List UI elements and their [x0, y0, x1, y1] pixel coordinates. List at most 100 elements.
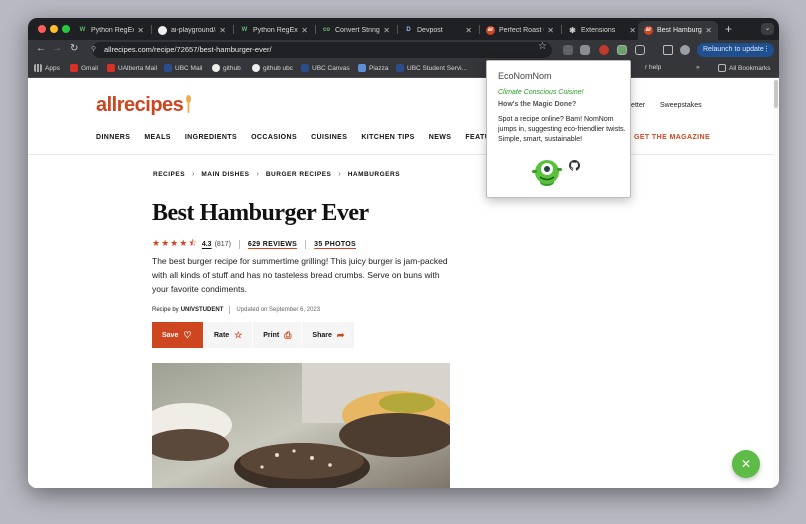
github-icon[interactable] — [569, 160, 580, 171]
utensils-icon: ✕ — [740, 457, 752, 471]
tab-python-regex-1[interactable]: W Python RegEx ✕ — [72, 21, 150, 40]
side-panel-icon[interactable] — [663, 45, 673, 55]
close-tab-icon[interactable]: ✕ — [137, 26, 144, 35]
tab-best-hamburger[interactable]: ar Best Hamburger✕ — [638, 21, 718, 40]
recipe-by-label: Recipe by — [152, 307, 179, 313]
star-rating[interactable]: ★★★★⯪ — [152, 236, 198, 252]
floating-action-button[interactable]: ✕ — [732, 450, 760, 478]
nav-cuisines[interactable]: CUISINES — [311, 134, 347, 146]
devpost-icon: D — [406, 27, 411, 33]
allrecipes-icon: ar — [486, 26, 495, 35]
gmail-icon — [70, 64, 78, 72]
page-scrollbar[interactable] — [773, 78, 779, 488]
print-button[interactable]: Print ⎙ — [253, 322, 303, 348]
github-icon — [212, 64, 220, 72]
main-nav: DINNERS MEALS INGREDIENTS OCCASIONS CUIS… — [96, 134, 520, 146]
breadcrumb-recipes[interactable]: RECIPES — [153, 171, 185, 178]
allrecipes-logo[interactable]: allrecipes — [96, 94, 184, 117]
address-bar[interactable]: ⚲ allrecipes.com/recipe/72657/best-hambu… — [91, 42, 552, 58]
close-tab-icon[interactable]: ✕ — [219, 26, 226, 35]
extensions-puzzle-icon[interactable] — [635, 45, 645, 55]
photos-link[interactable]: 35 PHOTOS — [314, 241, 356, 248]
site-info-icon[interactable]: ⚲ — [91, 42, 96, 58]
zoom-window-icon[interactable] — [62, 25, 70, 33]
more-menu-icon[interactable]: ⋮ — [763, 43, 770, 57]
reviews-link[interactable]: 629 REVIEWS — [248, 241, 297, 248]
nav-kitchen-tips[interactable]: KITCHEN TIPS — [361, 134, 414, 146]
nav-meals[interactable]: MEALS — [144, 134, 171, 146]
relaunch-to-update-button[interactable]: Relaunch to update ⋮ — [697, 43, 774, 57]
breadcrumb-hamburgers[interactable]: HAMBURGERS — [348, 171, 400, 178]
chevron-right-icon: › — [192, 171, 195, 178]
get-the-magazine-link[interactable]: GET THE MAGAZINE — [634, 134, 710, 141]
profile-avatar-icon[interactable] — [680, 45, 690, 55]
bookmark-github-ubc[interactable]: github ubc — [252, 64, 293, 72]
save-button[interactable]: Save ♡ — [152, 322, 204, 348]
chevron-right-icon: › — [256, 171, 259, 178]
new-tab-button[interactable]: + — [725, 22, 732, 36]
bookmark-apps[interactable]: Apps — [34, 64, 60, 72]
extension-economnom-icon[interactable] — [617, 45, 627, 55]
bookmarks-overflow-chevron-icon[interactable]: » — [696, 64, 700, 71]
scrollbar-thumb[interactable] — [774, 80, 778, 108]
minimize-window-icon[interactable] — [50, 25, 58, 33]
author-link[interactable]: UNIVSTUDENT — [181, 307, 224, 313]
bookmark-ubc-canvas[interactable]: UBC Canvas — [301, 64, 350, 72]
star-outline-icon: ☆ — [234, 329, 243, 340]
bookmark-ualberta-mail[interactable]: UAlberta Mail — [107, 64, 157, 72]
popup-question: How's the Magic Done? — [498, 101, 577, 108]
nav-ingredients[interactable]: INGREDIENTS — [185, 134, 237, 146]
tab-search-chevron-icon[interactable]: ⌄ — [761, 23, 774, 35]
tab-python-regex-2[interactable]: W Python RegEx ✕ — [234, 21, 314, 40]
nav-news[interactable]: NEWS — [429, 134, 452, 146]
popup-title: EcoNomNom — [498, 71, 552, 81]
popup-tagline: Climate Conscious Cuisine! — [498, 89, 584, 96]
bookmark-piazza[interactable]: Piazza — [358, 64, 389, 72]
bookmark-r-help[interactable]: r help — [645, 64, 661, 71]
reload-icon[interactable]: ↻ — [70, 43, 78, 54]
star-icon: ★ — [179, 238, 188, 248]
nav-occasions[interactable]: OCCASIONS — [251, 134, 297, 146]
forward-arrow-icon[interactable]: → — [52, 43, 62, 54]
w3schools-icon: W — [240, 26, 249, 35]
recipe-ratings: ★★★★⯪ 4.3 (817) 629 REVIEWS 35 PHOTOS — [152, 236, 356, 252]
all-bookmarks-button[interactable]: All Bookmarks — [718, 64, 771, 72]
economnom-popup: EcoNomNom Climate Conscious Cuisine! How… — [486, 60, 631, 198]
recipe-actions: Save ♡ Rate ☆ Print ⎙ Share ➦ — [152, 322, 356, 348]
share-arrow-icon: ➦ — [336, 329, 345, 340]
ubc-icon — [301, 64, 309, 72]
tab-convert-string[interactable]: co Convert String ✕ — [316, 21, 396, 40]
star-icon: ★ — [170, 238, 179, 248]
extension-camera-icon[interactable] — [563, 45, 573, 55]
tab-perfect-roast[interactable]: ar Perfect Roast C ✕ — [480, 21, 560, 40]
sweepstakes-link[interactable]: Sweepstakes — [660, 102, 702, 109]
bookmark-gmail[interactable]: Gmail — [70, 64, 98, 72]
share-button[interactable]: Share ➦ — [302, 322, 356, 348]
bookmark-ubc-mail[interactable]: UBC Mail — [164, 64, 202, 72]
close-tab-icon[interactable]: ✕ — [301, 26, 308, 35]
recipe-byline: Recipe by UNIVSTUDENT Updated on Septemb… — [152, 306, 320, 314]
tab-ai-playground[interactable]: ai-playground/a ✕ — [152, 21, 232, 40]
piazza-icon — [358, 64, 366, 72]
nav-divider — [28, 154, 773, 155]
bookmark-ubc-student-services[interactable]: UBC Student Servi... — [396, 64, 467, 72]
close-tab-icon[interactable]: ✕ — [705, 26, 712, 35]
back-arrow-icon[interactable]: ← — [36, 43, 46, 54]
breadcrumb-main-dishes[interactable]: MAIN DISHES — [201, 171, 249, 178]
tab-extensions[interactable]: ✱ Extensions ✕ — [562, 21, 642, 40]
close-tab-icon[interactable]: ✕ — [465, 26, 472, 35]
extension-page-icon[interactable] — [580, 45, 590, 55]
bookmark-github[interactable]: github — [212, 64, 241, 72]
nav-dinners[interactable]: DINNERS — [96, 134, 130, 146]
tab-devpost[interactable]: D Devpost ✕ — [398, 21, 478, 40]
breadcrumb-burger-recipes[interactable]: BURGER RECIPES — [266, 171, 332, 178]
rate-button[interactable]: Rate ☆ — [204, 322, 254, 348]
close-tab-icon[interactable]: ✕ — [383, 26, 390, 35]
extension-red-icon[interactable] — [599, 45, 609, 55]
close-tab-icon[interactable]: ✕ — [547, 26, 554, 35]
star-icon: ★ — [152, 238, 161, 248]
close-window-icon[interactable] — [38, 25, 46, 33]
close-tab-icon[interactable]: ✕ — [629, 26, 636, 35]
bookmark-star-icon[interactable]: ☆ — [538, 41, 547, 52]
rating-count: (817) — [214, 240, 231, 248]
